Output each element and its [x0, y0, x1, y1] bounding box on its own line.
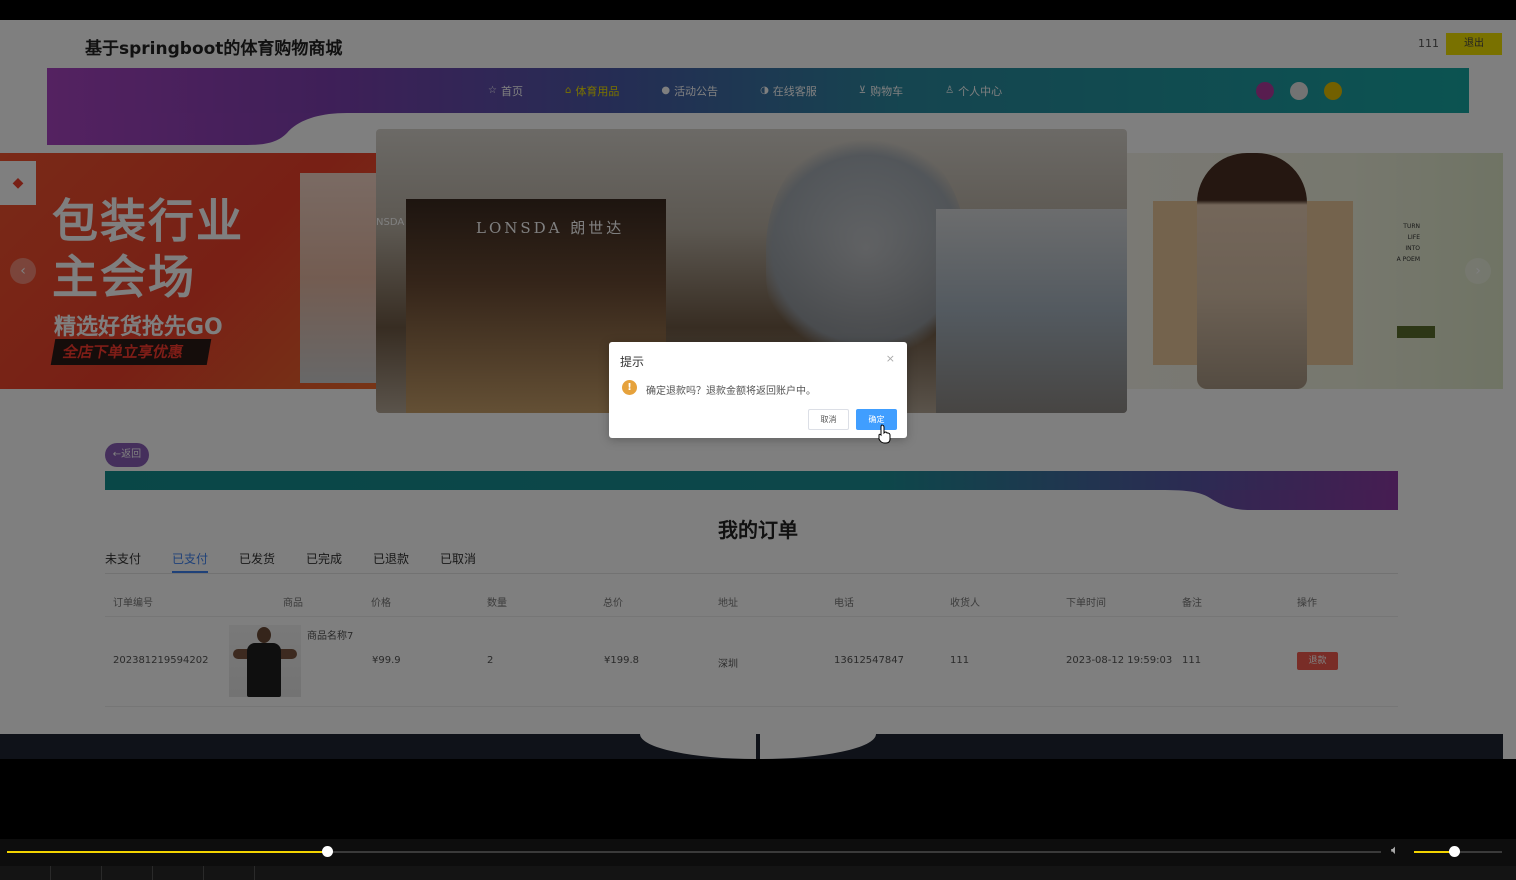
strip-segment — [153, 866, 204, 880]
volume-handle[interactable] — [1448, 846, 1460, 857]
screen: 基于springboot的体育购物商城 111 退出 ☆ 首页 ⌂ 体育用品 ●… — [0, 0, 1516, 880]
dialog-title: 提示 — [620, 355, 645, 369]
player-bottom-strip — [0, 866, 1516, 880]
warning-icon: ! — [622, 380, 637, 395]
volume-icon[interactable]: 🔈︎ — [1391, 843, 1399, 858]
seek-progress-fill — [7, 851, 328, 853]
strip-segment — [102, 866, 153, 880]
strip-segment — [51, 866, 102, 880]
video-frame: 基于springboot的体育购物商城 111 退出 ☆ 首页 ⌂ 体育用品 ●… — [0, 20, 1516, 759]
hand-cursor-icon — [878, 424, 891, 444]
cancel-button[interactable]: 取消 — [808, 409, 849, 430]
confirm-dialog: 提示 × ! 确定退款吗？退款金额将返回账户中。 取消 确定 — [609, 342, 907, 438]
dialog-message: 确定退款吗？退款金额将返回账户中。 — [646, 386, 816, 397]
volume-fill — [1414, 851, 1454, 853]
strip-segment — [204, 866, 255, 880]
close-icon[interactable]: × — [886, 352, 895, 365]
strip-segment — [0, 866, 51, 880]
